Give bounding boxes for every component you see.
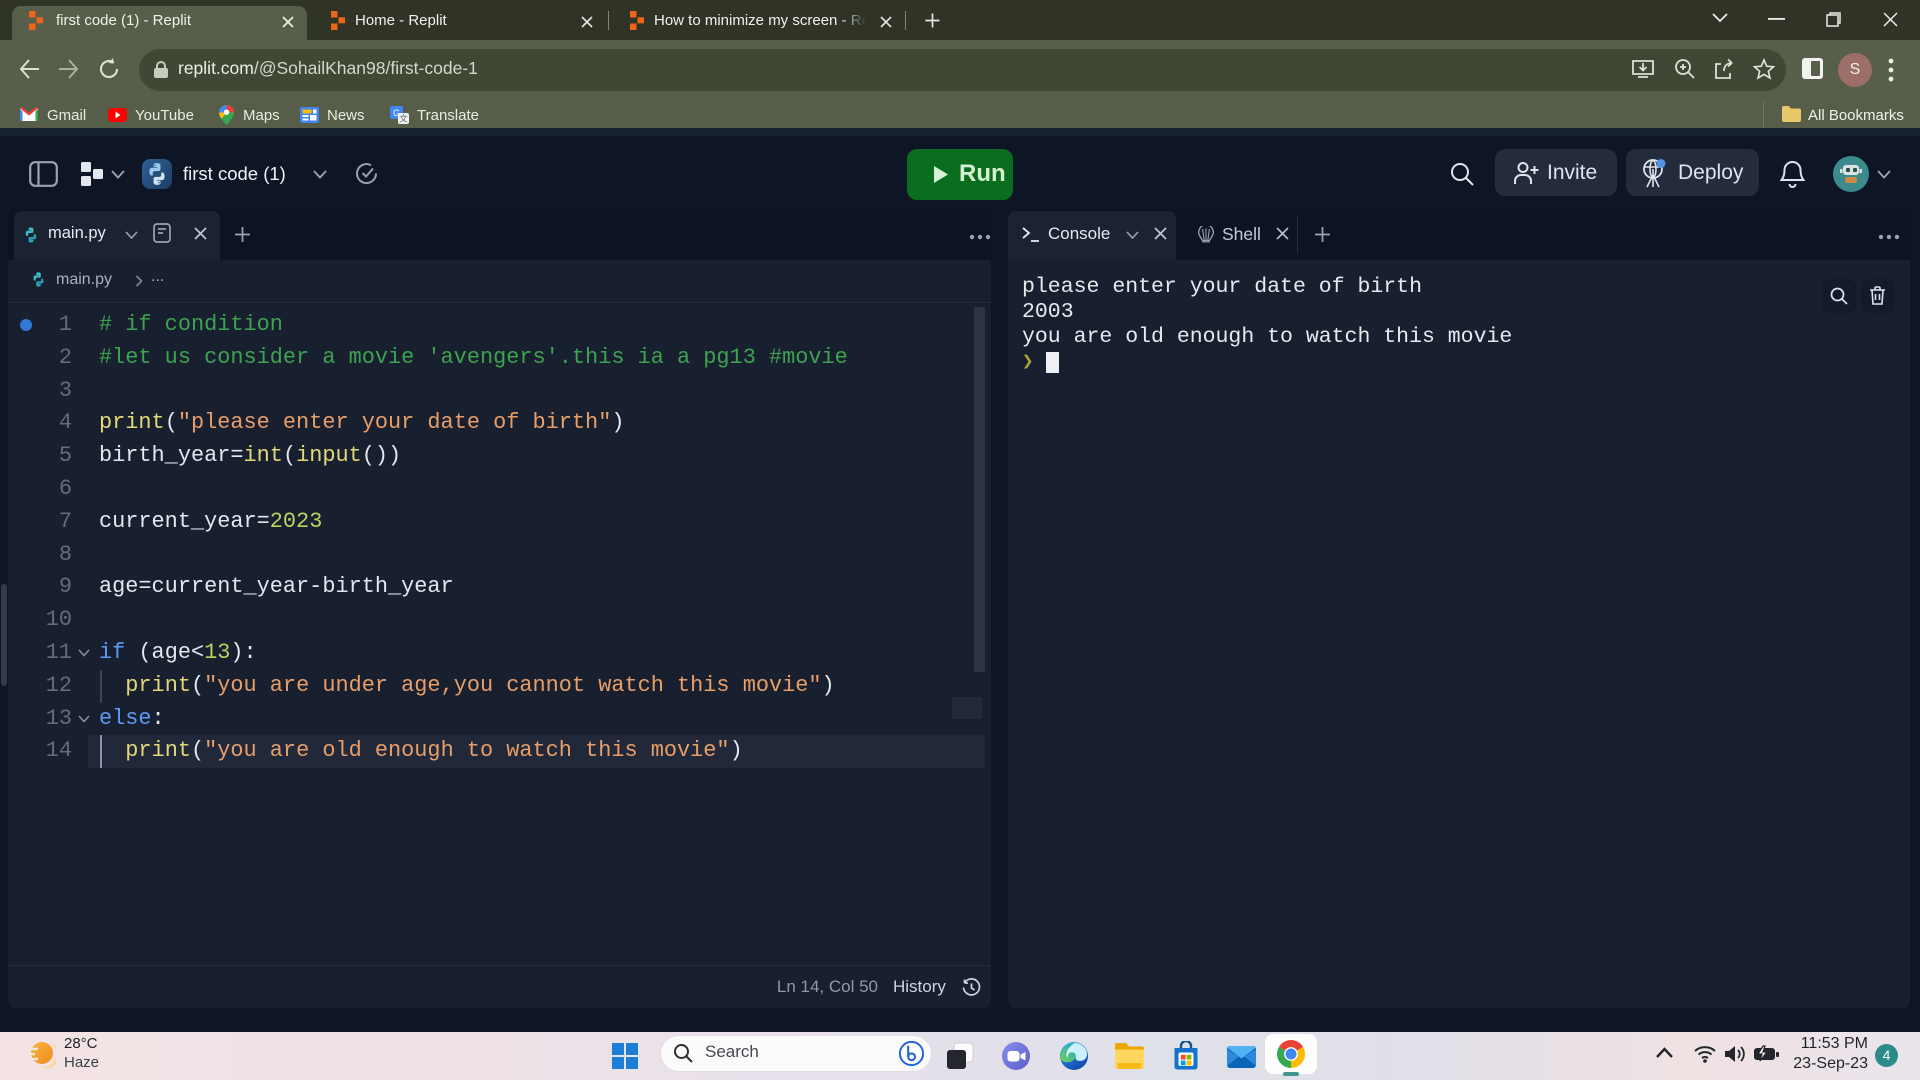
svg-text:文: 文 (399, 114, 408, 124)
